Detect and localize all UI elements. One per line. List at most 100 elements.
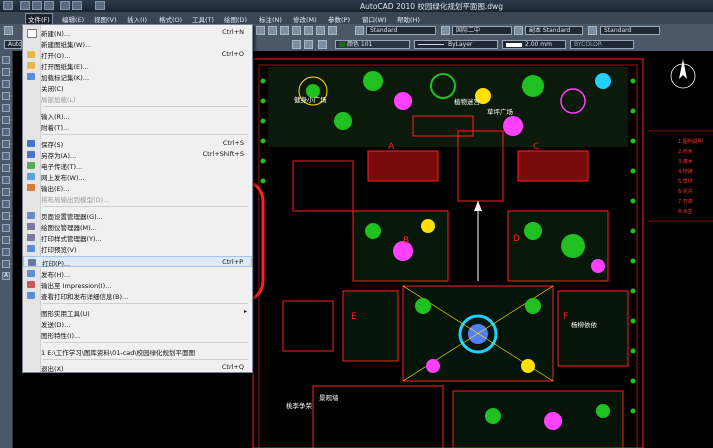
qa-new-icon[interactable] [20, 1, 30, 10]
spline-tool-icon[interactable] [2, 152, 10, 160]
app-menu-icon[interactable] [3, 1, 13, 10]
table-style-combo[interactable]: Standard [600, 26, 660, 35]
menu-export-impression[interactable]: 输出至 Impression(I)... [23, 279, 252, 290]
revcloud-tool-icon[interactable] [2, 140, 10, 148]
menu-plot-preview[interactable]: 打印预览(V) [23, 243, 252, 254]
menu-etransmit[interactable]: 电子传递(T)... [23, 160, 252, 171]
zone-letter-c: C [533, 142, 539, 152]
menu-parametric[interactable]: 参数(P) [326, 14, 352, 24]
menu-tools[interactable]: 工具(T) [190, 14, 216, 24]
arc-tool-icon[interactable] [2, 116, 10, 124]
menu-plot-style-manager[interactable]: 打印样式管理器(Y)... [23, 232, 252, 243]
plotstyle-combo[interactable]: BYCOLOR [570, 40, 634, 49]
workspace-combo[interactable]: Auto [4, 40, 22, 49]
linetype-combo[interactable]: ByLayer [414, 40, 498, 49]
menu-drawing-utilities[interactable]: 图形实用工具(U) ▸ [23, 307, 252, 318]
menu-import[interactable]: 输入(R)... [23, 110, 252, 121]
tb-layer-prev-icon[interactable] [292, 40, 301, 49]
menu-format[interactable]: 格式(O) [157, 14, 184, 24]
menu-draw[interactable]: 绘图(D) [222, 14, 249, 24]
menu-open[interactable]: 打开(O)... Ctrl+O [23, 49, 252, 60]
region-tool-icon[interactable] [2, 248, 10, 256]
tb-properties-icon[interactable] [292, 26, 301, 35]
menu-new-sheetset[interactable]: 新建图纸集(W)... [23, 38, 252, 49]
svg-text:5.草坪: 5.草坪 [678, 178, 693, 185]
menu-window[interactable]: 窗口(W) [360, 14, 389, 24]
ellipse-arc-tool-icon[interactable] [2, 176, 10, 184]
ellipse-tool-icon[interactable] [2, 164, 10, 172]
hatch-tool-icon[interactable] [2, 224, 10, 232]
menu-edit[interactable]: 编辑(E) [60, 14, 86, 24]
qa-undo-icon[interactable] [60, 1, 70, 10]
menu-print[interactable]: 打印(P)... Ctrl+P [23, 256, 252, 268]
menu-export[interactable]: 输出(E)... [23, 182, 252, 193]
menu-dimension[interactable]: 标注(N) [257, 14, 284, 24]
lineweight-combo[interactable]: 2.00 mm [502, 40, 566, 49]
table-tool-icon[interactable] [2, 260, 10, 268]
rectangle-tool-icon[interactable] [2, 104, 10, 112]
menu-separator [43, 359, 248, 360]
color-combo[interactable]: 颜色 101 [335, 40, 410, 49]
polygon-tool-icon[interactable] [2, 92, 10, 100]
tb-sheetset-icon[interactable] [328, 26, 337, 35]
tb-table-style-icon[interactable] [514, 26, 523, 35]
menu-insert[interactable]: 插入(I) [125, 14, 149, 24]
new-icon [27, 29, 37, 38]
menu-save[interactable]: 保存(S) Ctrl+S [23, 138, 252, 149]
copy-style-combo[interactable]: 副本 Standard [525, 26, 583, 35]
menu-plot-details[interactable]: 查看打印和发布详细信息(B)... [23, 290, 252, 301]
mtext-tool-icon[interactable]: A [2, 272, 10, 280]
menu-modify[interactable]: 修改(M) [291, 14, 319, 24]
menu-file[interactable]: 文件(F) [25, 13, 53, 25]
polyline-tool-icon[interactable] [2, 80, 10, 88]
circle-tool-icon[interactable] [2, 128, 10, 136]
tb-dim-style-icon[interactable] [441, 26, 450, 35]
menu-help[interactable]: 帮助(H) [395, 14, 422, 24]
menu-drawing-properties[interactable]: 图形特性(I)... [23, 329, 252, 340]
menu-publish[interactable]: 发布(H)... [23, 268, 252, 279]
menu-save-as[interactable]: 另存为(A)... Ctrl+Shift+S [23, 149, 252, 160]
open-sheetset-icon [27, 62, 35, 69]
menu-publish-web[interactable]: 网上发布(W)... [23, 171, 252, 182]
tb-design-center-icon[interactable] [304, 26, 313, 35]
lineweight-preview-icon [506, 42, 522, 47]
tb-pan-icon[interactable] [256, 26, 265, 35]
qa-plot-icon[interactable] [95, 1, 105, 10]
menu-separator [43, 134, 248, 135]
tb-layer-state-icon[interactable] [304, 40, 313, 49]
menu-attach[interactable]: 附着(T)... [23, 121, 252, 132]
print-icon [28, 259, 36, 266]
gradient-tool-icon[interactable] [2, 236, 10, 244]
qa-redo-icon[interactable] [72, 1, 82, 10]
menu-page-setup[interactable]: 页面设置管理器(G)... [23, 210, 252, 221]
menu-send[interactable]: 发送(D)... [23, 318, 252, 329]
insert-block-tool-icon[interactable] [2, 188, 10, 196]
zone-letter-d: D [513, 234, 520, 244]
tb-zoom-icon[interactable] [268, 26, 277, 35]
dim-style-combo[interactable]: 国际二中 [452, 26, 512, 35]
tb-text-style-icon[interactable] [355, 26, 364, 35]
qa-save-icon[interactable] [44, 1, 54, 10]
make-block-tool-icon[interactable] [2, 200, 10, 208]
menu-plotter-manager[interactable]: 绘图仪管理器(M)... [23, 221, 252, 232]
menu-view[interactable]: 视图(V) [92, 14, 119, 24]
zone-letter-f: F [563, 312, 568, 322]
menu-recent-file-1[interactable]: 1 E:\工作学习\图库资料\01-cad\校园绿化规划平面图 [23, 346, 252, 357]
point-tool-icon[interactable] [2, 212, 10, 220]
qa-open-icon[interactable] [32, 1, 42, 10]
tb-mleader-style-icon[interactable] [588, 26, 597, 35]
text-style-combo[interactable]: Standard [366, 26, 436, 35]
menu-new[interactable]: 新建(N)... Ctrl+N [23, 27, 252, 38]
menu-export-layout: 将布局输出到模型(D)... [41, 196, 110, 204]
tb-zoom-prev-icon[interactable] [280, 26, 289, 35]
save-icon [27, 140, 35, 147]
line-tool-icon[interactable] [2, 56, 10, 64]
menu-load-markup[interactable]: 加载标记集(K)... [23, 71, 252, 82]
menu-exit[interactable]: 退出(X) Ctrl+Q [23, 362, 252, 373]
tb-layer-icon[interactable] [318, 40, 327, 49]
tb-qnew-icon[interactable] [4, 26, 13, 35]
menu-close[interactable]: 关闭(C) [23, 82, 252, 93]
tb-tool-palettes-icon[interactable] [316, 26, 325, 35]
menu-open-sheetset[interactable]: 打开图纸集(E)... [23, 60, 252, 71]
xline-tool-icon[interactable] [2, 68, 10, 76]
